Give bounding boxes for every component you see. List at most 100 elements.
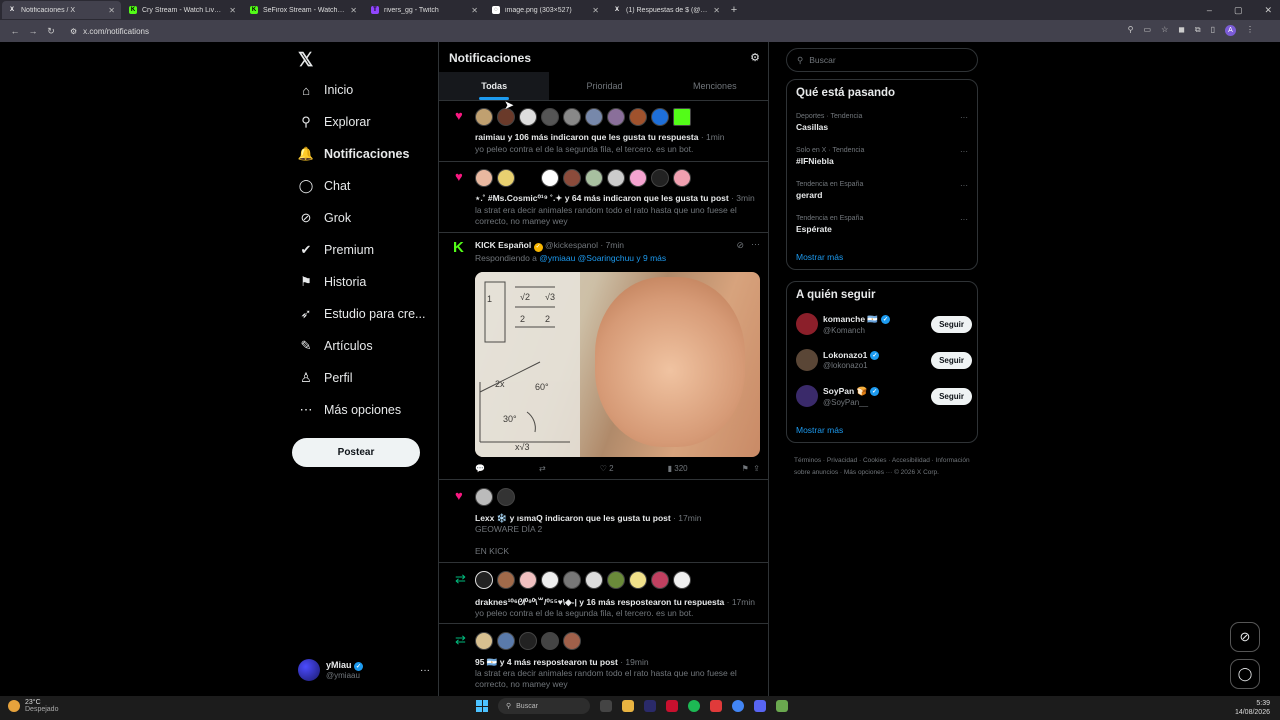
davinci-icon[interactable] — [666, 700, 678, 712]
follow-button[interactable]: Seguir — [931, 315, 972, 333]
file-explorer-icon[interactable] — [622, 700, 634, 712]
nav-item-perfil[interactable]: ♙ Perfil — [298, 370, 352, 386]
close-tab-icon[interactable]: ✕ — [471, 6, 478, 15]
profile-avatar[interactable]: A — [1225, 25, 1236, 36]
search-input[interactable]: ⚲ Buscar — [786, 48, 978, 72]
browser-tab[interactable]: Trivers_gg - Twitch ✕ — [365, 1, 484, 19]
grok-float-icon[interactable]: ⊘ — [1230, 622, 1260, 652]
close-window-icon[interactable]: ✕ — [1264, 5, 1272, 16]
x-logo[interactable]: 𝕏 — [298, 49, 313, 72]
reply-header: KICK Español ✓ @kickespanol · 7min — [475, 240, 624, 252]
reply-notification[interactable]: K KICK Español ✓ @kickespanol · 7min ⊘ ·… — [439, 234, 768, 480]
follow-suggestion[interactable]: komanche 🇦🇷 ✓ @Komanch Seguir — [796, 313, 972, 335]
app-icon[interactable] — [710, 700, 722, 712]
discord-icon[interactable] — [754, 700, 766, 712]
trend-more-icon[interactable]: ··· — [960, 113, 968, 122]
close-tab-icon[interactable]: ✕ — [350, 6, 357, 15]
back-icon[interactable]: ← — [6, 26, 24, 36]
nav-item-inicio[interactable]: ⌂ Inicio — [298, 82, 353, 98]
nav-item-estudio[interactable]: ➶ Estudio para cre... — [298, 306, 426, 322]
nav-item-notificaciones[interactable]: 🔔 Notificaciones — [298, 146, 410, 162]
browser-menu-icon[interactable]: ⋮ — [1246, 25, 1254, 36]
follow-button[interactable]: Seguir — [931, 387, 972, 405]
system-clock[interactable]: 5:39 14/08/2026 — [1235, 699, 1270, 717]
views-count[interactable]: ▮ 320 — [668, 464, 688, 473]
trend-item[interactable]: Tendencia en España gerard ··· — [796, 181, 972, 200]
trend-item[interactable]: Solo en X · Tendencia #IFNiebla ··· — [796, 147, 972, 166]
start-icon[interactable] — [476, 700, 488, 712]
post-button[interactable]: Postear — [292, 438, 420, 467]
trend-more-icon[interactable]: ··· — [960, 181, 968, 190]
notification-repost-2[interactable]: ⇄ 95 🇦🇷 y 4 más respostearon tu post · 1… — [439, 625, 768, 696]
follow-suggestion[interactable]: SoyPan 🍞 ✓ @SoyPan__ Seguir — [796, 385, 972, 407]
notification-like-1[interactable]: ♥ raimiau y 106 más indicaron que les gu… — [439, 102, 768, 162]
site-info-icon[interactable]: ⚙ — [70, 27, 77, 36]
footer-links[interactable]: Términos · Privacidad · Cookies · Accesi… — [794, 455, 974, 479]
nav-item-grok[interactable]: ⊘ Grok — [298, 210, 352, 226]
grok-icon[interactable]: ⊘ — [736, 240, 744, 251]
notification-snippet-2: EN KICK — [475, 546, 510, 556]
more-options-icon[interactable]: ··· — [751, 239, 760, 249]
extension-icon[interactable]: ◼ — [1178, 25, 1185, 36]
notification-like-2[interactable]: ♥ ⋆.˚ #Ms.Cosmic⁰¹⁹ ˚.✦ y 64 más indicar… — [439, 163, 768, 233]
browser-tab[interactable]: ◌ image.png (303×527) ✕ — [486, 1, 605, 19]
cast-icon[interactable]: ▭ — [1144, 25, 1152, 36]
tab-menciones[interactable]: Menciones — [660, 72, 768, 100]
settings-gear-icon[interactable]: ⚙ — [750, 51, 760, 64]
chrome-icon[interactable] — [732, 700, 744, 712]
zoom-icon[interactable]: ⚲ — [1128, 25, 1134, 36]
minimize-icon[interactable]: – — [1207, 5, 1212, 15]
close-tab-icon[interactable]: ✕ — [229, 6, 236, 15]
maximize-icon[interactable]: ▢ — [1234, 5, 1243, 16]
trend-item[interactable]: Deportes · Tendencia Casillas ··· — [796, 113, 972, 132]
svg-text:2x: 2x — [495, 379, 505, 389]
notification-repost-1[interactable]: ⇄ draknes¹⁰⁶ᘛ⁰⁹⁰\꒳/⁰⁵⁵♥\◆-| y 16 más res… — [439, 564, 768, 624]
weather-widget[interactable]: 23°C Despejado — [8, 699, 58, 713]
close-tab-icon[interactable]: ✕ — [592, 6, 599, 15]
spotify-icon[interactable] — [688, 700, 700, 712]
nav-item-historia[interactable]: ⚑ Historia — [298, 274, 366, 290]
bookmark-star-icon[interactable]: ☆ — [1161, 25, 1168, 36]
browser-tab[interactable]: X Notificaciones / X ✕ — [2, 1, 121, 19]
verified-icon: ✓ — [881, 314, 890, 324]
show-more-trends-link[interactable]: Mostrar más — [796, 252, 843, 262]
taskbar-search[interactable]: ⚲ Buscar — [498, 698, 590, 714]
extensions-puzzle-icon[interactable]: ⧉ — [1195, 25, 1201, 36]
follow-suggestion[interactable]: Lokonazo1 ✓ @lokonazo1 Seguir — [796, 349, 972, 371]
like-button[interactable]: ♡ 2 — [600, 464, 614, 473]
reply-icon[interactable]: 💬 — [475, 464, 485, 473]
nav-item-chat[interactable]: ◯ Chat — [298, 178, 351, 194]
new-tab-button[interactable]: + — [726, 4, 742, 16]
reply-media-image[interactable]: 1 √2 √3 2 2 2x 60° 30° x√3 — [475, 272, 760, 457]
split-view-icon[interactable]: ▯ — [1211, 25, 1215, 36]
close-tab-icon[interactable]: ✕ — [108, 6, 115, 15]
browser-tab[interactable]: X (1) Respuestas de $ (@SeFiroc... ✕ — [607, 1, 726, 19]
tab-todas[interactable]: Todas — [439, 72, 550, 100]
trend-item[interactable]: Tendencia en España Espérate ··· — [796, 215, 972, 234]
premiere-icon[interactable] — [644, 700, 656, 712]
share-icon[interactable]: ⇪ — [753, 464, 760, 473]
nav-item-articulos[interactable]: ✎ Artículos — [298, 338, 373, 354]
account-switcher[interactable]: yMiau ✓ @ymiaau ··· — [298, 659, 430, 681]
messages-float-icon[interactable]: ◯ — [1230, 659, 1260, 689]
show-more-follow-link[interactable]: Mostrar más — [796, 425, 843, 435]
nav-item-mas-opciones[interactable]: ⋯ Más opciones — [298, 402, 402, 418]
trend-more-icon[interactable]: ··· — [960, 215, 968, 224]
close-tab-icon[interactable]: ✕ — [713, 6, 720, 15]
nav-item-explorar[interactable]: ⚲ Explorar — [298, 114, 370, 130]
tab-prioridad[interactable]: Prioridad — [549, 72, 659, 100]
browser-tab[interactable]: K Cry Stream - Watch Live on Kick ✕ — [123, 1, 242, 19]
notification-like-3[interactable]: ♥ Lexx ❄️ y ısmaQ indicaron que les gust… — [439, 481, 768, 563]
more-dots-icon[interactable]: ··· — [420, 665, 430, 676]
task-view-icon[interactable] — [600, 700, 612, 712]
nav-item-premium[interactable]: ✔ Premium — [298, 242, 374, 258]
repost-icon[interactable]: ⇄ — [539, 464, 546, 473]
trend-more-icon[interactable]: ··· — [960, 147, 968, 156]
reload-icon[interactable]: ↻ — [42, 26, 60, 37]
minecraft-icon[interactable] — [776, 700, 788, 712]
forward-icon[interactable]: → — [24, 26, 42, 36]
browser-tab[interactable]: K SeFirox Stream - Watch Live on Kick ✕ — [244, 1, 363, 19]
bookmark-icon[interactable]: ⚑ — [742, 464, 749, 473]
follow-button[interactable]: Seguir — [931, 351, 972, 369]
address-field[interactable]: ⚙ x.com/notifications — [70, 27, 149, 36]
